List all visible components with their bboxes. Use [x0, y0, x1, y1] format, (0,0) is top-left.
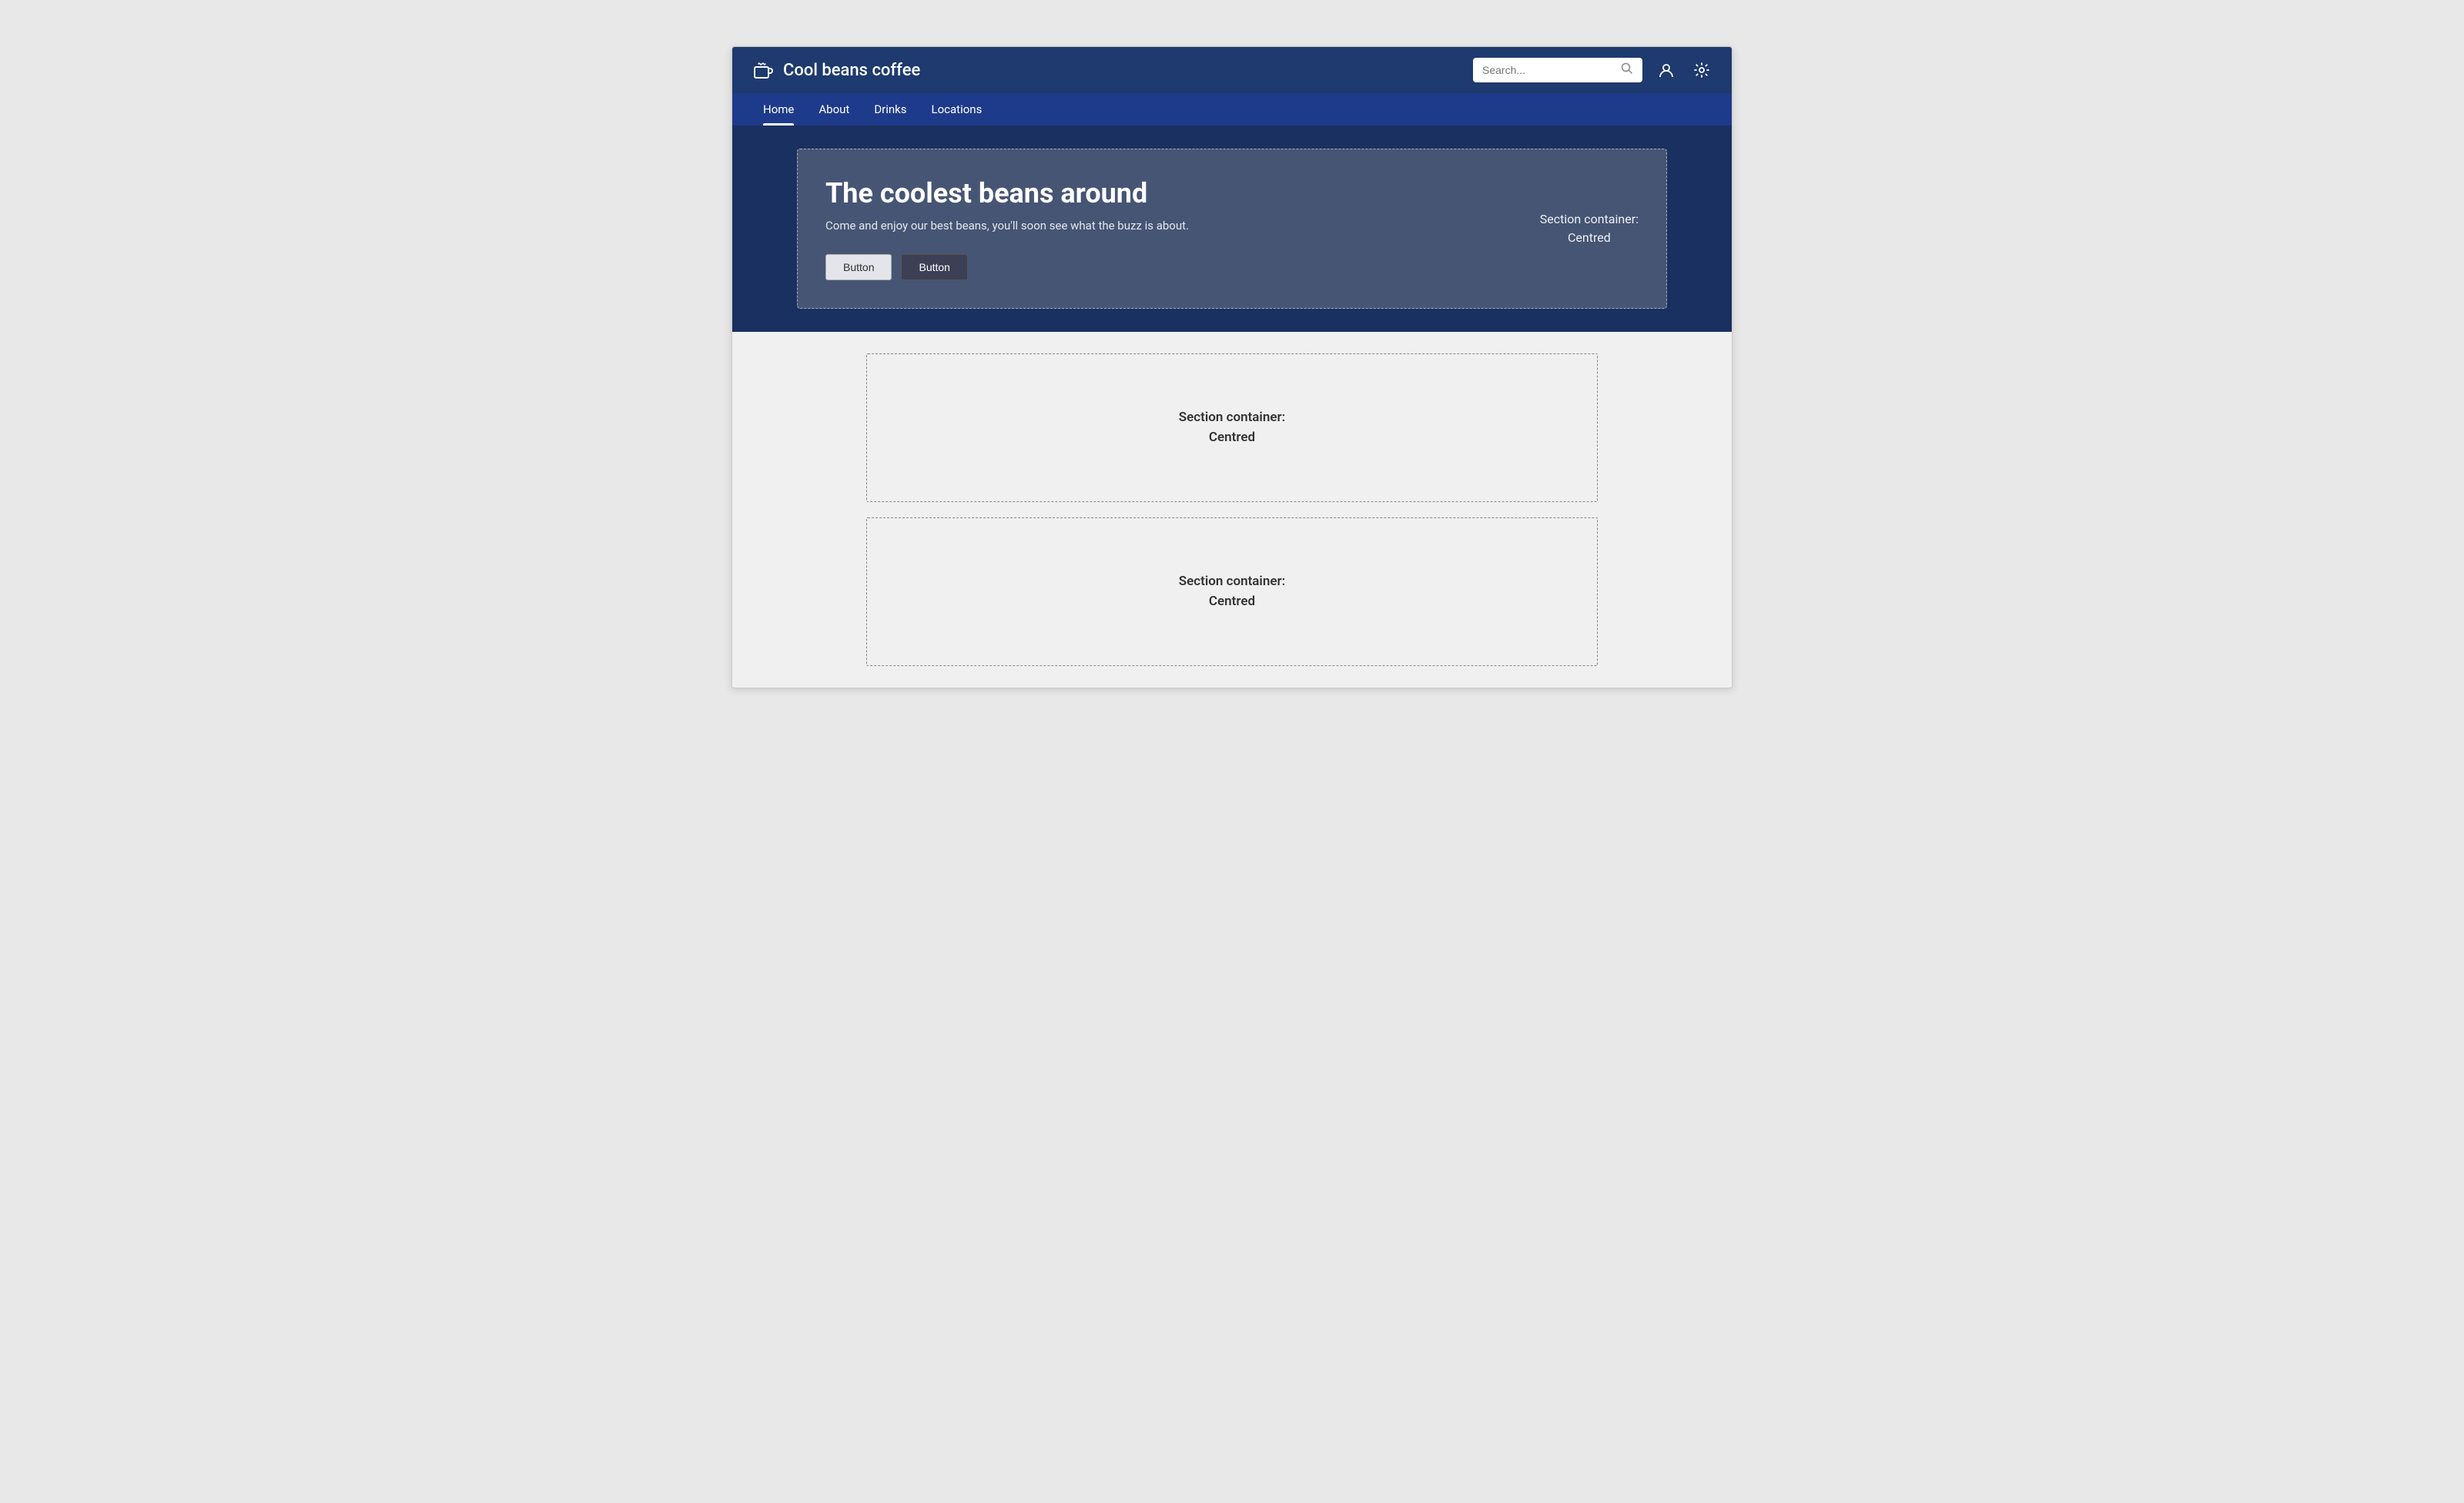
nav-item-locations[interactable]: Locations [919, 93, 995, 126]
hero-buttons: Button Button [825, 254, 1509, 280]
main-content: Section container: Centred Section conta… [732, 332, 1732, 688]
browser-window: Cool beans coffee [732, 46, 1732, 688]
brand-name: Cool beans coffee [783, 61, 920, 80]
hero-subtitle: Come and enjoy our best beans, you'll so… [825, 219, 1509, 233]
nav-item-about[interactable]: About [806, 93, 862, 126]
hero-container: The coolest beans around Come and enjoy … [797, 149, 1667, 309]
search-input[interactable] [1482, 64, 1615, 76]
coffee-icon [751, 58, 775, 82]
settings-icon-button[interactable] [1690, 59, 1713, 82]
section-container-1: Section container: Centred [866, 353, 1598, 502]
hero-section-label: Section container: Centred [1509, 210, 1639, 247]
section-label-2: Section container: Centred [1179, 572, 1286, 611]
nav-item-drinks[interactable]: Drinks [862, 93, 919, 126]
hero-title: The coolest beans around [825, 177, 1509, 209]
search-icon [1621, 62, 1633, 78]
hero-button-2[interactable]: Button [901, 254, 967, 280]
brand: Cool beans coffee [751, 58, 920, 82]
top-bar-right [1473, 58, 1713, 82]
section-label-1: Section container: Centred [1179, 408, 1286, 447]
user-icon-button[interactable] [1655, 59, 1678, 82]
nav-bar: Home About Drinks Locations [732, 93, 1732, 126]
hero-content: The coolest beans around Come and enjoy … [825, 177, 1509, 280]
top-bar: Cool beans coffee [732, 47, 1732, 93]
nav-item-home[interactable]: Home [751, 93, 806, 126]
hero-section: The coolest beans around Come and enjoy … [732, 126, 1732, 332]
search-box[interactable] [1473, 58, 1642, 82]
section-container-2: Section container: Centred [866, 517, 1598, 666]
hero-button-1[interactable]: Button [825, 254, 892, 280]
